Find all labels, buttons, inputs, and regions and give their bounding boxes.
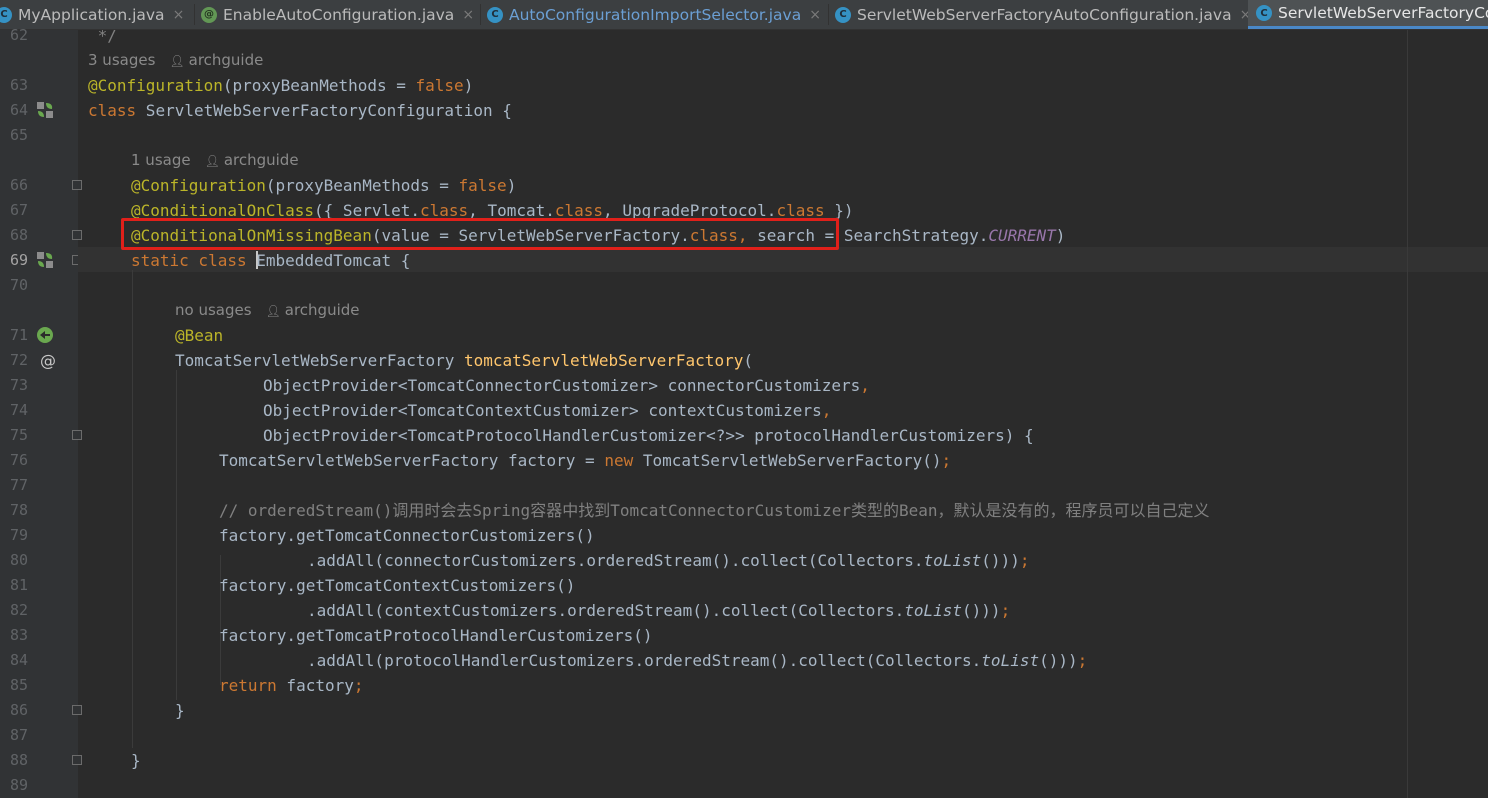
line-number: 64 xyxy=(9,101,28,119)
line-number-current: 69 xyxy=(9,251,28,269)
close-icon[interactable]: × xyxy=(462,7,474,23)
line-number: 82 xyxy=(9,601,28,619)
line-number: 85 xyxy=(9,676,28,694)
line-number: 72 xyxy=(9,351,28,369)
usage-hint[interactable]: no usages 👤︎ archguide xyxy=(175,298,360,323)
usage-hint[interactable]: 1 usage 👤︎ archguide xyxy=(131,148,299,173)
code-line: .addAll(protocolHandlerCustomizers.order… xyxy=(307,651,1088,670)
spring-bean-icon[interactable] xyxy=(36,101,54,119)
code-line: */ xyxy=(88,30,117,45)
code-line: factory.getTomcatConnectorCustomizers() xyxy=(219,526,595,545)
line-number: 73 xyxy=(9,376,28,394)
line-number: 75 xyxy=(9,426,28,444)
tab-enableautoconfiguration[interactable]: @ EnableAutoConfiguration.java × xyxy=(201,0,474,29)
class-icon: C xyxy=(0,6,12,23)
editor-gutter: 62 63 64 65 66 67 68 69 70 71 72 73 74 7… xyxy=(0,26,82,798)
line-number: 79 xyxy=(9,526,28,544)
code-line: factory.getTomcatContextCustomizers() xyxy=(219,576,576,595)
line-number: 86 xyxy=(9,701,28,719)
class-icon: C xyxy=(835,6,851,23)
line-number: 83 xyxy=(9,626,28,644)
line-number: 87 xyxy=(9,726,28,744)
code-line: class ServletWebServerFactoryConfigurati… xyxy=(88,101,512,120)
annotation-icon: @ xyxy=(201,6,217,23)
code-line: factory.getTomcatProtocolHandlerCustomiz… xyxy=(219,626,653,645)
code-line: @Bean xyxy=(175,326,224,345)
line-number: 88 xyxy=(9,751,28,769)
line-number: 84 xyxy=(9,651,28,669)
code-line: TomcatServletWebServerFactory tomcatServ… xyxy=(175,351,753,370)
code-editor[interactable]: */ 3 usages 👤︎ archguide @Configuration(pr… xyxy=(78,30,1488,798)
close-icon[interactable]: × xyxy=(173,7,185,23)
code-line: } xyxy=(131,751,141,770)
line-number: 89 xyxy=(9,776,28,794)
class-icon: C xyxy=(1256,5,1272,21)
line-number: 81 xyxy=(9,576,28,594)
line-number: 70 xyxy=(9,276,28,294)
code-line: .addAll(connectorCustomizers.orderedStre… xyxy=(307,551,1030,570)
line-number: 62 xyxy=(9,26,28,44)
line-number: 77 xyxy=(9,476,28,494)
spring-bean-method-icon[interactable] xyxy=(36,326,54,344)
code-line: ObjectProvider<TomcatProtocolHandlerCust… xyxy=(263,426,1034,445)
line-number: 80 xyxy=(9,551,28,569)
line-number: 78 xyxy=(9,501,28,519)
code-line: TomcatServletWebServerFactory factory = … xyxy=(219,451,952,470)
line-number: 67 xyxy=(9,201,28,219)
spring-bean-icon[interactable] xyxy=(36,251,54,269)
usage-hint[interactable]: 3 usages 👤︎ archguide xyxy=(88,48,263,73)
code-line: .addAll(contextCustomizers.orderedStream… xyxy=(307,601,1011,620)
code-line: @Configuration(proxyBeanMethods = false) xyxy=(88,76,474,95)
user-icon: 👤︎ xyxy=(204,154,220,168)
right-margin-guide xyxy=(1407,30,1408,798)
tab-servletwebserverfactoryautoconfiguration[interactable]: C ServletWebServerFactoryAutoConfigurati… xyxy=(835,0,1251,29)
line-number: 66 xyxy=(9,176,28,194)
editor-tab-bar: C MyApplication.java × @ EnableAutoConfi… xyxy=(0,0,1488,30)
class-icon: C xyxy=(487,6,503,23)
tab-servletwebserverfactoryconfiguration[interactable]: C ServletWebServerFactoryConfiguration.j… xyxy=(1248,0,1488,29)
code-comment: // orderedStream()调用时会去Spring容器中找到Tomcat… xyxy=(219,501,1210,520)
line-number: 71 xyxy=(9,326,28,344)
highlight-box xyxy=(121,218,839,250)
tab-autoconfigurationimportselector[interactable]: C AutoConfigurationImportSelector.java × xyxy=(487,0,821,29)
code-line: return factory; xyxy=(219,676,364,695)
line-number: 65 xyxy=(9,126,28,144)
code-line: @Configuration(proxyBeanMethods = false) xyxy=(131,176,517,195)
code-line: } xyxy=(175,701,185,720)
autowired-icon[interactable]: @ xyxy=(40,348,56,373)
user-icon: 👤︎ xyxy=(265,304,281,318)
line-number: 68 xyxy=(9,226,28,244)
line-number: 74 xyxy=(9,401,28,419)
code-line: ObjectProvider<TomcatContextCustomizer> … xyxy=(263,401,832,420)
line-number: 76 xyxy=(9,451,28,469)
user-icon: 👤︎ xyxy=(169,54,185,68)
code-line: ObjectProvider<TomcatConnectorCustomizer… xyxy=(263,376,870,395)
close-icon[interactable]: × xyxy=(809,7,821,23)
line-number: 63 xyxy=(9,76,28,94)
code-line: static class EmbeddedTomcat { xyxy=(131,251,411,270)
